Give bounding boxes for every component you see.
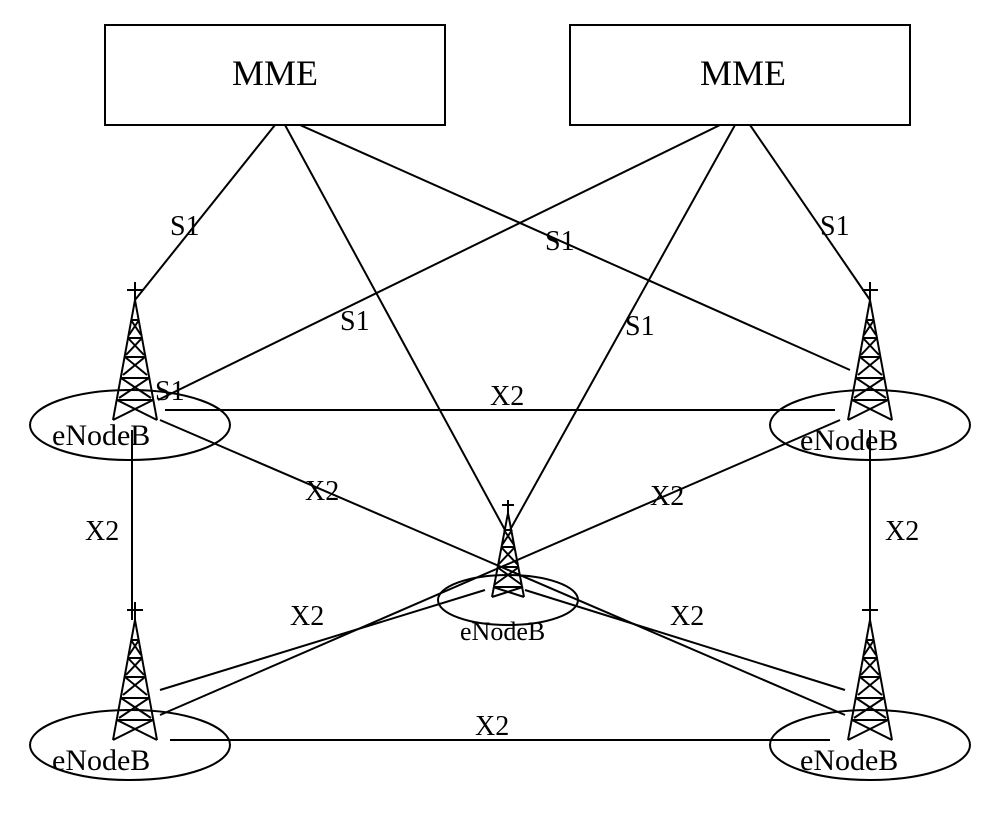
edge-s1-3 (300, 125, 850, 370)
tower-icon (848, 282, 892, 420)
mme2-label: MME (700, 53, 786, 93)
edge-s1-5-label: S1 (625, 311, 655, 342)
edge-x2-3-label: X2 (885, 516, 919, 547)
edge-s1-1-label: S1 (170, 211, 200, 242)
enodeb-1-label: eNodeB (52, 419, 150, 452)
edge-s1-2-label: S1 (340, 306, 370, 337)
edge-s1-2 (285, 125, 505, 530)
enodeb-4: eNodeB (30, 602, 230, 780)
edge-x2-2-label: X2 (85, 516, 119, 547)
edge-x2-1-label: X2 (490, 381, 524, 412)
enodeb-2-label: eNodeB (800, 424, 898, 457)
network-diagram: MME MME S1 S1 S1 S1 S1 S1 X2 X2 X2 X2 X2… (0, 0, 1000, 818)
enodeb-4-label: eNodeB (52, 744, 150, 777)
enodeb-1: eNodeB (30, 282, 230, 460)
edge-x2-8-label: X2 (670, 601, 704, 632)
edge-x2-4-label: X2 (475, 711, 509, 742)
edge-s1-1 (135, 125, 275, 300)
tower-icon (848, 602, 892, 740)
enodeb-3: eNodeB (438, 500, 578, 646)
edge-x2-5-label: X2 (305, 476, 339, 507)
tower-icon (113, 282, 157, 420)
edge-s1-4 (750, 125, 870, 300)
edge-x2-6-label: X2 (650, 481, 684, 512)
edge-s1-5 (510, 125, 735, 530)
enodeb-5: eNodeB (770, 602, 970, 780)
edge-x2-7-label: X2 (290, 601, 324, 632)
enodeb-5-label: eNodeB (800, 744, 898, 777)
mme1-label: MME (232, 53, 318, 93)
tower-icon (113, 602, 157, 740)
enodeb-2: eNodeB (770, 282, 970, 460)
edge-s1-4-label: S1 (820, 211, 850, 242)
enodeb-3-label: eNodeB (460, 617, 545, 646)
edge-s1-3-label: S1 (545, 226, 575, 257)
